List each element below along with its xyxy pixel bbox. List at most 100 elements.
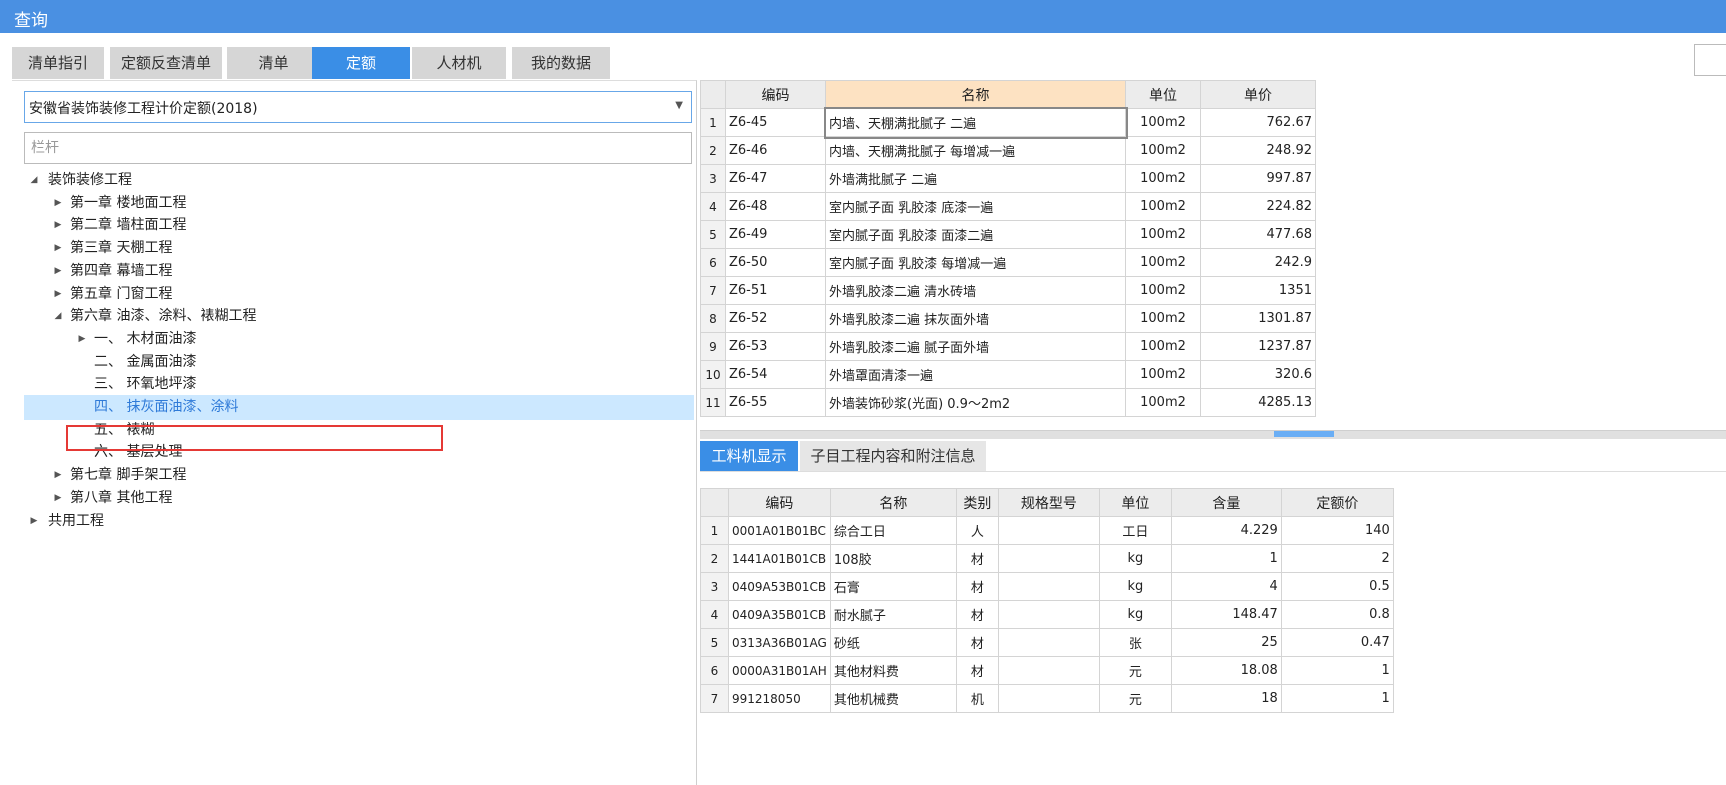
- expanded-triangle-icon[interactable]: ◢: [52, 304, 64, 329]
- resource-unit-cell[interactable]: 元: [1098, 684, 1172, 713]
- resource-category-cell[interactable]: 机: [955, 684, 999, 713]
- tab-resource-display[interactable]: 工料机显示: [700, 441, 798, 471]
- quota-price-cell[interactable]: 320.6: [1200, 360, 1316, 389]
- resource-quantity-cell[interactable]: 18: [1170, 684, 1282, 713]
- chevron-down-icon[interactable]: ▼: [675, 100, 683, 111]
- resource-unit-cell[interactable]: kg: [1098, 572, 1172, 601]
- quota-name-cell[interactable]: 外墙乳胶漆二遍 抹灰面外墙: [825, 304, 1126, 333]
- tab-bill[interactable]: 清单: [227, 47, 320, 79]
- tree-node[interactable]: ▶ 第一章 楼地面工程: [24, 191, 694, 216]
- quota-name-cell[interactable]: 室内腻子面 乳胶漆 底漆一遍: [825, 192, 1126, 221]
- tab-my-data[interactable]: 我的数据: [512, 47, 610, 79]
- resource-spec-cell[interactable]: [997, 544, 1100, 573]
- table-row[interactable]: 2 Z6-46 内墙、天棚满批腻子 每增减一遍 100m2 248.92: [700, 136, 1316, 165]
- panel-splitter[interactable]: [700, 430, 1726, 439]
- resource-unit-cell[interactable]: 元: [1098, 656, 1172, 685]
- quota-name-header[interactable]: 名称: [825, 80, 1126, 109]
- tab-bill-guide[interactable]: 清单指引: [12, 47, 104, 79]
- resource-name-cell[interactable]: 石膏: [829, 572, 957, 601]
- quota-price-cell[interactable]: 4285.13: [1200, 388, 1316, 417]
- resource-name-cell[interactable]: 耐水腻子: [829, 600, 957, 629]
- tree-node[interactable]: ◢ 第六章 油漆、涂料、裱糊工程: [24, 304, 694, 329]
- resource-code-header[interactable]: 编码: [728, 488, 831, 517]
- table-row[interactable]: 3 Z6-47 外墙满批腻子 二遍 100m2 997.87: [700, 164, 1316, 193]
- quota-unit-cell[interactable]: 100m2: [1125, 304, 1201, 333]
- resource-price-cell[interactable]: 0.8: [1280, 600, 1394, 629]
- resource-unit-cell[interactable]: kg: [1098, 544, 1172, 573]
- collapsed-triangle-icon[interactable]: ▶: [52, 463, 64, 488]
- collapsed-triangle-icon[interactable]: ▶: [52, 191, 64, 216]
- quota-unit-cell[interactable]: 100m2: [1125, 360, 1201, 389]
- resource-code-cell[interactable]: 0409A53B01CB: [728, 572, 831, 601]
- table-row[interactable]: 4 0409A35B01CB 耐水腻子材 kg 148.47 0.8: [700, 600, 1394, 629]
- resource-code-cell[interactable]: 0000A31B01AH: [728, 656, 831, 685]
- quota-price-cell[interactable]: 762.67: [1200, 108, 1316, 137]
- resource-name-cell[interactable]: 综合工日: [829, 516, 957, 545]
- resource-quantity-cell[interactable]: 25: [1170, 628, 1282, 657]
- collapsed-triangle-icon[interactable]: ▶: [76, 327, 88, 352]
- right-edge-button[interactable]: [1694, 44, 1726, 76]
- quota-code-header[interactable]: 编码: [725, 80, 826, 109]
- table-row[interactable]: 5 0313A36B01AG 砂纸材 张 25 0.47: [700, 628, 1394, 657]
- resource-code-cell[interactable]: 0313A36B01AG: [728, 628, 831, 657]
- expanded-triangle-icon[interactable]: ◢: [28, 168, 40, 193]
- quota-code-cell[interactable]: Z6-51: [725, 276, 826, 305]
- quota-name-cell[interactable]: 外墙罩面清漆一遍: [825, 360, 1126, 389]
- resource-quantity-cell[interactable]: 148.47: [1170, 600, 1282, 629]
- resource-quantity-cell[interactable]: 18.08: [1170, 656, 1282, 685]
- resource-name-cell[interactable]: 其他材料费: [829, 656, 957, 685]
- quota-name-cell[interactable]: 外墙装饰砂浆(光面) 0.9～2m2: [825, 388, 1126, 417]
- resource-spec-cell[interactable]: [997, 600, 1100, 629]
- resource-quantity-cell[interactable]: 4.229: [1170, 516, 1282, 545]
- resource-name-cell[interactable]: 108胶: [829, 544, 957, 573]
- quota-price-cell[interactable]: 997.87: [1200, 164, 1316, 193]
- resource-spec-header[interactable]: 规格型号: [997, 488, 1100, 517]
- tree-node[interactable]: ◢ 装饰装修工程: [24, 168, 694, 193]
- quota-name-cell[interactable]: 外墙乳胶漆二遍 清水砖墙: [825, 276, 1126, 305]
- resource-code-cell[interactable]: 0409A35B01CB: [728, 600, 831, 629]
- quota-code-cell[interactable]: Z6-46: [725, 136, 826, 165]
- quota-unit-cell[interactable]: 100m2: [1125, 248, 1201, 277]
- resource-spec-cell[interactable]: [997, 628, 1100, 657]
- resource-name-cell[interactable]: 砂纸: [829, 628, 957, 657]
- resource-unit-header[interactable]: 单位: [1098, 488, 1172, 517]
- quota-name-cell[interactable]: 内墙、天棚满批腻子 二遍: [823, 106, 1128, 139]
- quota-unit-header[interactable]: 单位: [1125, 80, 1201, 109]
- quota-code-cell[interactable]: Z6-50: [725, 248, 826, 277]
- resource-price-cell[interactable]: 0.5: [1280, 572, 1394, 601]
- resource-spec-cell[interactable]: [997, 656, 1100, 685]
- collapsed-triangle-icon[interactable]: ▶: [52, 213, 64, 238]
- collapsed-triangle-icon[interactable]: ▶: [52, 486, 64, 511]
- table-row[interactable]: 4 Z6-48 室内腻子面 乳胶漆 底漆一遍 100m2 224.82: [700, 192, 1316, 221]
- resource-spec-cell[interactable]: [997, 572, 1100, 601]
- table-row[interactable]: 10 Z6-54 外墙罩面清漆一遍 100m2 320.6: [700, 360, 1316, 389]
- quota-price-cell[interactable]: 224.82: [1200, 192, 1316, 221]
- tree-node[interactable]: 三、 环氧地坪漆: [24, 372, 694, 397]
- resource-category-header[interactable]: 类别: [955, 488, 999, 517]
- table-row[interactable]: 7 Z6-51 外墙乳胶漆二遍 清水砖墙 100m2 1351: [700, 276, 1316, 305]
- quota-unit-cell[interactable]: 100m2: [1125, 136, 1201, 165]
- tree-node[interactable]: ▶ 第四章 幕墙工程: [24, 259, 694, 284]
- tree-node[interactable]: ▶ 一、 木材面油漆: [24, 327, 694, 352]
- quota-code-cell[interactable]: Z6-47: [725, 164, 826, 193]
- quota-code-cell[interactable]: Z6-45: [725, 108, 826, 137]
- quota-unit-cell[interactable]: 100m2: [1125, 220, 1201, 249]
- resource-quantity-cell[interactable]: 1: [1170, 544, 1282, 573]
- quota-price-cell[interactable]: 1301.87: [1200, 304, 1316, 333]
- resource-price-cell[interactable]: 1: [1280, 656, 1394, 685]
- resource-code-cell[interactable]: 991218050: [728, 684, 831, 713]
- table-row[interactable]: 5 Z6-49 室内腻子面 乳胶漆 面漆二遍 100m2 477.68: [700, 220, 1316, 249]
- table-row[interactable]: 1 0001A01B01BC 综合工日人 工日 4.229 140: [700, 516, 1394, 545]
- resource-code-cell[interactable]: 1441A01B01CB: [728, 544, 831, 573]
- quota-unit-cell[interactable]: 100m2: [1125, 108, 1201, 137]
- resource-name-header[interactable]: 名称: [829, 488, 957, 517]
- library-select[interactable]: 安徽省装饰装修工程计价定额(2018) ▼: [24, 91, 692, 123]
- resource-quantity-header[interactable]: 含量: [1170, 488, 1282, 517]
- quota-code-cell[interactable]: Z6-49: [725, 220, 826, 249]
- quota-price-header[interactable]: 单价: [1200, 80, 1316, 109]
- resource-price-header[interactable]: 定额价: [1280, 488, 1394, 517]
- resource-category-cell[interactable]: 材: [955, 544, 999, 573]
- resource-code-cell[interactable]: 0001A01B01BC: [728, 516, 831, 545]
- table-row[interactable]: 7 991218050 其他机械费机 元 18 1: [700, 684, 1394, 713]
- search-box[interactable]: [24, 132, 692, 164]
